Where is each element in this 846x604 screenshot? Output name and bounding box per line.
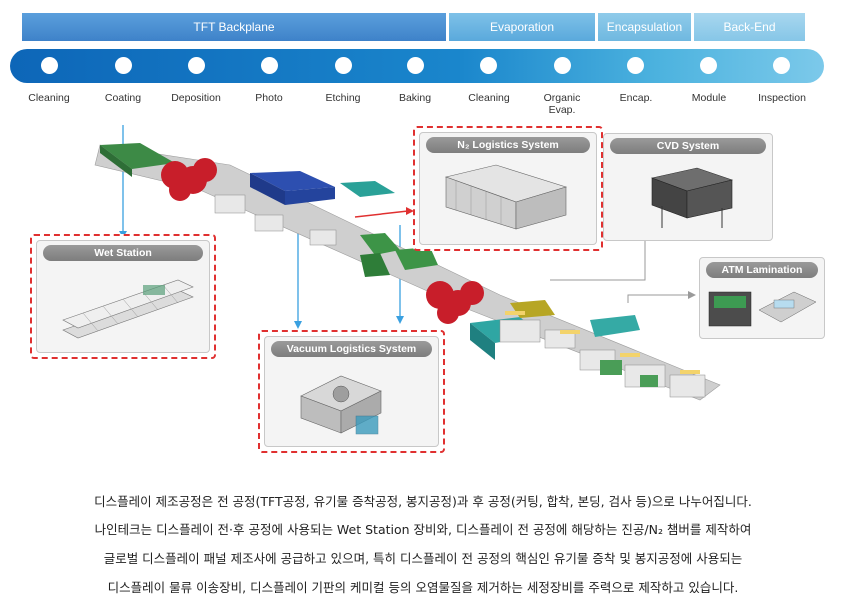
phase-encapsulation: Encapsulation: [598, 13, 691, 41]
atm-lamination-title: ATM Lamination: [706, 262, 818, 278]
step-label: Cleaning: [468, 92, 510, 104]
process-phase-header: TFT Backplane Evaporation Encapsulation …: [22, 13, 808, 41]
timeline-dot: [41, 57, 58, 74]
phase-evaporation: Evaporation: [449, 13, 595, 41]
timeline-dot: [480, 57, 497, 74]
timeline-dot: [627, 57, 644, 74]
timeline-dot: [407, 57, 424, 74]
cvd-system-panel: CVD System: [603, 133, 773, 241]
caption-line-4: 디스플레이 물류 이송장비, 디스플레이 기판의 케미컬 등의 오염물질을 제거…: [107, 580, 739, 595]
step-label: Module: [691, 92, 727, 104]
caption-line-3: 글로벌 디스플레이 패널 제조사에 공급하고 있으며, 특히 디스플레이 전 공…: [103, 551, 743, 566]
wet-station-highlight: Wet Station: [30, 234, 216, 359]
timeline-dot: [188, 57, 205, 74]
process-timeline-bar: [10, 49, 824, 83]
atm-lamination-panel: ATM Lamination: [699, 257, 825, 339]
timeline-dot: [700, 57, 717, 74]
step-label: Deposition: [171, 92, 221, 104]
step-label: Coating: [104, 92, 142, 104]
timeline-dot: [261, 57, 278, 74]
vacuum-logistics-highlight: Vacuum Logistics System: [258, 330, 445, 453]
n2-logistics-highlight: N₂ Logistics System: [413, 126, 603, 251]
n2-logistics-panel: N₂ Logistics System: [419, 132, 597, 245]
caption-line-1: 디스플레이 제조공정은 전 공정(TFT공정, 유기물 증착공정, 봉지공정)과…: [94, 494, 752, 509]
timeline-dot: [554, 57, 571, 74]
timeline-dot: [773, 57, 790, 74]
step-label: Etching: [325, 92, 361, 104]
cvd-system-title: CVD System: [610, 138, 766, 154]
step-label: Cleaning: [28, 92, 70, 104]
vacuum-logistics-panel: Vacuum Logistics System: [264, 336, 439, 447]
phase-tft-backplane: TFT Backplane: [22, 13, 446, 41]
n2-logistics-title: N₂ Logistics System: [426, 137, 590, 153]
n2-logistics-drawing: [444, 164, 568, 230]
step-label: Photo: [255, 92, 283, 104]
cvd-system-drawing: [650, 167, 734, 228]
caption-line-2: 나인테크는 디스플레이 전·후 공정에 사용되는 Wet Station 장비와…: [94, 522, 752, 537]
timeline-dot: [115, 57, 132, 74]
phase-back-end: Back-End: [694, 13, 805, 41]
atm-lamination-drawing: [708, 291, 817, 327]
vacuum-logistics-title: Vacuum Logistics System: [271, 341, 432, 357]
step-label: Inspection: [758, 92, 806, 104]
timeline-dot: [335, 57, 352, 74]
vacuum-logistics-drawing: [300, 375, 382, 435]
step-label: Baking: [398, 92, 432, 104]
process-step-labels: Cleaning Coating Deposition Photo Etchin…: [0, 92, 846, 122]
step-label: Organic Evap.: [543, 92, 581, 116]
wet-station-title: Wet Station: [43, 245, 203, 261]
step-label: Encap.: [619, 92, 653, 104]
wet-station-drawing: [62, 279, 194, 339]
wet-station-panel: Wet Station: [36, 240, 210, 353]
